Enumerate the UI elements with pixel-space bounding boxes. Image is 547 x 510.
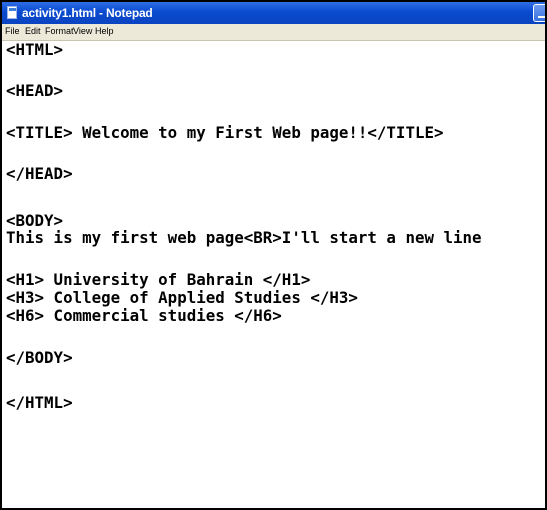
- code-line-h6: <H6> Commercial studies </H6>: [6, 306, 282, 325]
- notepad-icon[interactable]: [7, 6, 17, 19]
- code-line-body-close: </BODY>: [6, 348, 73, 367]
- menu-file[interactable]: File: [5, 26, 20, 37]
- menu-bar: File Edit Format View Help: [2, 24, 545, 41]
- code-line-html-open: <HTML>: [6, 40, 64, 59]
- code-line-head-open: <HEAD>: [6, 81, 64, 100]
- menu-help[interactable]: Help: [95, 26, 114, 37]
- window-title: activity1.html - Notepad: [22, 6, 153, 20]
- code-line-head-close: </HEAD>: [6, 164, 73, 183]
- code-line-h3: <H3> College of Applied Studies </H3>: [6, 288, 358, 307]
- menu-format[interactable]: Format: [45, 26, 74, 37]
- minimize-button[interactable]: [533, 4, 545, 22]
- code-line-body-text: This is my first web page<BR>I'll start …: [6, 228, 482, 247]
- code-line-title: <TITLE> Welcome to my First Web page!!</…: [6, 123, 444, 142]
- title-bar[interactable]: activity1.html - Notepad: [2, 2, 545, 25]
- menu-view[interactable]: View: [73, 26, 92, 37]
- text-editor-area[interactable]: <HTML> <HEAD> <TITLE> Welcome to my Firs…: [2, 40, 545, 508]
- code-line-h1: <H1> University of Bahrain </H1>: [6, 270, 311, 289]
- menu-edit[interactable]: Edit: [25, 26, 41, 37]
- notepad-window: activity1.html - Notepad File Edit Forma…: [0, 0, 547, 510]
- code-line-html-close: </HTML>: [6, 393, 73, 412]
